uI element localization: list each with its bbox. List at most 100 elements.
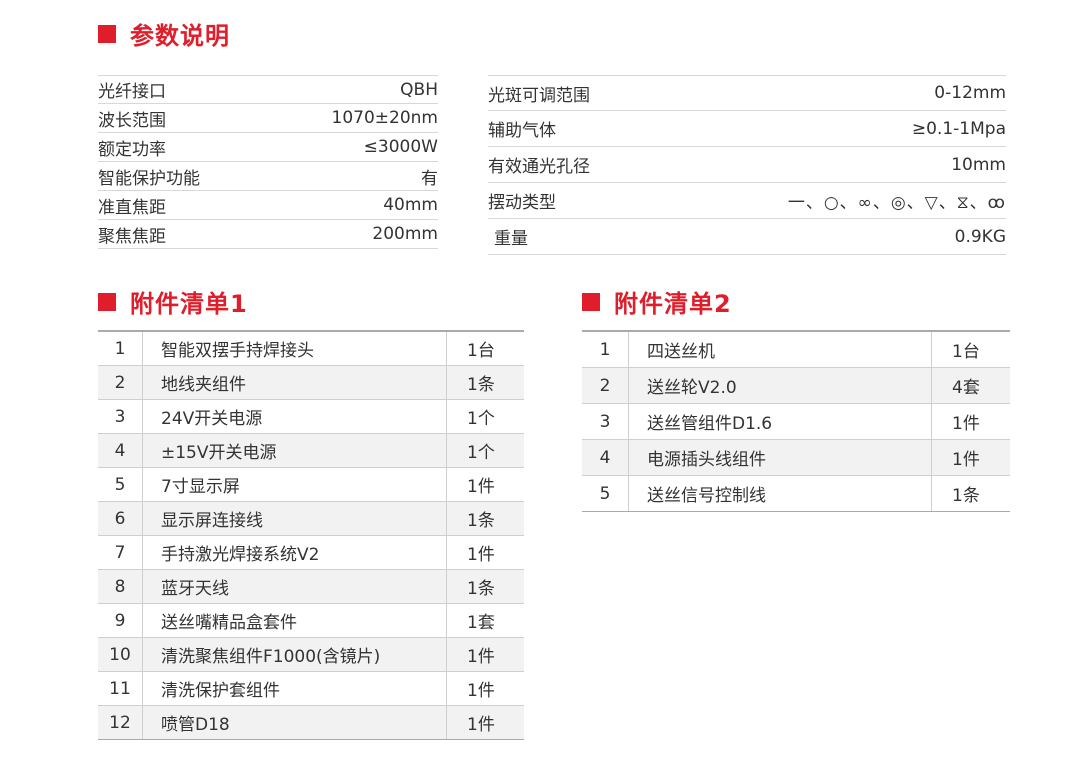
table-row: 10 清洗聚焦组件F1000(含镜片) 1件 (98, 637, 524, 672)
row-number: 11 (98, 671, 143, 706)
item-qty: 1件 (446, 671, 524, 706)
param-row: 波长范围 1070±20nm (98, 104, 438, 133)
row-number: 4 (98, 433, 143, 468)
row-number: 10 (98, 637, 143, 672)
params-title: 参数说明 (130, 22, 230, 50)
param-label: 波长范围 (98, 110, 166, 131)
item-qty: 1台 (446, 331, 524, 366)
item-name: 送丝轮V2.0 (628, 367, 932, 404)
row-number: 1 (98, 331, 143, 366)
row-number: 2 (98, 365, 143, 400)
row-number: 4 (582, 439, 629, 476)
item-qty: 1套 (446, 603, 524, 638)
param-label: 智能保护功能 (98, 168, 200, 189)
row-number: 12 (98, 705, 143, 740)
square-bullet-icon (98, 24, 116, 43)
param-value: ≥0.1-1Mpa (911, 118, 1006, 139)
param-row: 摆动类型 一、○、∞、◎、▽、⧖、ꝏ (488, 183, 1006, 219)
table-row: 9 送丝嘴精品盒套件 1套 (98, 603, 524, 638)
table-row: 5 7寸显示屏 1件 (98, 467, 524, 502)
param-row: 重量 0.9KG (488, 219, 1006, 255)
item-name: 送丝信号控制线 (628, 475, 932, 512)
item-name: 手持激光焊接系统V2 (142, 535, 447, 570)
row-number: 5 (582, 475, 629, 512)
param-row: 额定功率 ≤3000W (98, 133, 438, 162)
square-bullet-icon (98, 292, 116, 311)
param-row: 准直焦距 40mm (98, 191, 438, 220)
accessories1-table: 1 智能双摆手持焊接头 1台 2 地线夹组件 1条 3 24V开关电源 1个 4 ±15V开关… (98, 330, 524, 740)
param-label: 辅助气体 (488, 121, 556, 141)
table-row: 12 喷管D18 1件 (98, 705, 524, 740)
table-row: 4 电源插头线组件 1件 (582, 439, 1010, 476)
param-value: 0.9KG (954, 226, 1006, 247)
param-value: 40mm (383, 195, 438, 215)
table-row: 3 24V开关电源 1个 (98, 399, 524, 434)
item-name: 地线夹组件 (142, 365, 447, 400)
accessories2-heading: 附件清单2 (582, 284, 732, 319)
item-qty: 1条 (446, 365, 524, 400)
item-name: 智能双摆手持焊接头 (142, 331, 447, 366)
item-qty: 1个 (446, 433, 524, 468)
item-qty: 1件 (931, 439, 1010, 476)
table-row: 2 地线夹组件 1条 (98, 365, 524, 400)
item-qty: 1件 (446, 637, 524, 672)
row-number: 8 (98, 569, 143, 604)
item-qty: 1件 (446, 535, 524, 570)
item-name: ±15V开关电源 (142, 433, 447, 468)
item-qty: 4套 (931, 367, 1010, 404)
item-name: 蓝牙天线 (142, 569, 447, 604)
item-qty: 1条 (931, 475, 1010, 512)
param-row: 有效通光孔径 10mm (488, 147, 1006, 183)
square-bullet-icon (582, 292, 600, 311)
table-row: 4 ±15V开关电源 1个 (98, 433, 524, 468)
item-name: 显示屏连接线 (142, 501, 447, 536)
table-row: 3 送丝管组件D1.6 1件 (582, 403, 1010, 440)
item-name: 四送丝机 (628, 331, 932, 368)
table-row: 8 蓝牙天线 1条 (98, 569, 524, 604)
param-value: 10mm (951, 154, 1006, 175)
param-row: 辅助气体 ≥0.1-1Mpa (488, 111, 1006, 147)
item-name: 清洗保护套组件 (142, 671, 447, 706)
table-row: 7 手持激光焊接系统V2 1件 (98, 535, 524, 570)
item-name: 7寸显示屏 (142, 467, 447, 502)
param-row: 聚焦焦距 200mm (98, 220, 438, 249)
accessories2-table: 1 四送丝机 1台 2 送丝轮V2.0 4套 3 送丝管组件D1.6 1件 4 电源插头线组件… (582, 330, 1010, 512)
table-row: 6 显示屏连接线 1条 (98, 501, 524, 536)
row-number: 9 (98, 603, 143, 638)
params-heading: 参数说明 (98, 16, 230, 51)
param-label: 光纤接口 (98, 82, 166, 102)
item-name: 清洗聚焦组件F1000(含镜片) (142, 637, 447, 672)
param-value: 0-12mm (934, 83, 1006, 103)
item-qty: 1台 (931, 331, 1010, 368)
accessories1-title: 附件清单1 (130, 290, 248, 318)
param-row: 光斑可调范围 0-12mm (488, 75, 1006, 111)
param-label: 光斑可调范围 (488, 85, 590, 106)
item-qty: 1件 (446, 467, 524, 502)
param-label: 额定功率 (98, 139, 166, 160)
table-row: 11 清洗保护套组件 1件 (98, 671, 524, 706)
param-value: QBH (400, 79, 438, 100)
param-label: 有效通光孔径 (488, 157, 590, 177)
item-name: 喷管D18 (142, 705, 447, 740)
item-name: 送丝管组件D1.6 (628, 403, 932, 440)
param-value: 有 (421, 168, 438, 189)
row-number: 1 (582, 331, 629, 368)
param-value: 200mm (372, 224, 438, 244)
accessories2-title: 附件清单2 (614, 290, 732, 318)
params-table-right: 光斑可调范围 0-12mm 辅助气体 ≥0.1-1Mpa 有效通光孔径 10mm 摆动… (488, 75, 1006, 255)
table-row: 1 智能双摆手持焊接头 1台 (98, 331, 524, 366)
param-row: 光纤接口 QBH (98, 75, 438, 104)
row-number: 3 (582, 403, 629, 440)
row-number: 7 (98, 535, 143, 570)
item-qty: 1条 (446, 501, 524, 536)
item-name: 24V开关电源 (142, 399, 447, 434)
param-label: 准直焦距 (98, 197, 166, 218)
param-label: 摆动类型 (488, 193, 556, 213)
item-qty: 1条 (446, 569, 524, 604)
row-number: 3 (98, 399, 143, 434)
param-label: 聚焦焦距 (98, 226, 166, 247)
accessories1-heading: 附件清单1 (98, 284, 248, 319)
row-number: 5 (98, 467, 143, 502)
table-row: 1 四送丝机 1台 (582, 331, 1010, 368)
wobble-types-value: 一、○、∞、◎、▽、⧖、ꝏ (787, 193, 1006, 213)
